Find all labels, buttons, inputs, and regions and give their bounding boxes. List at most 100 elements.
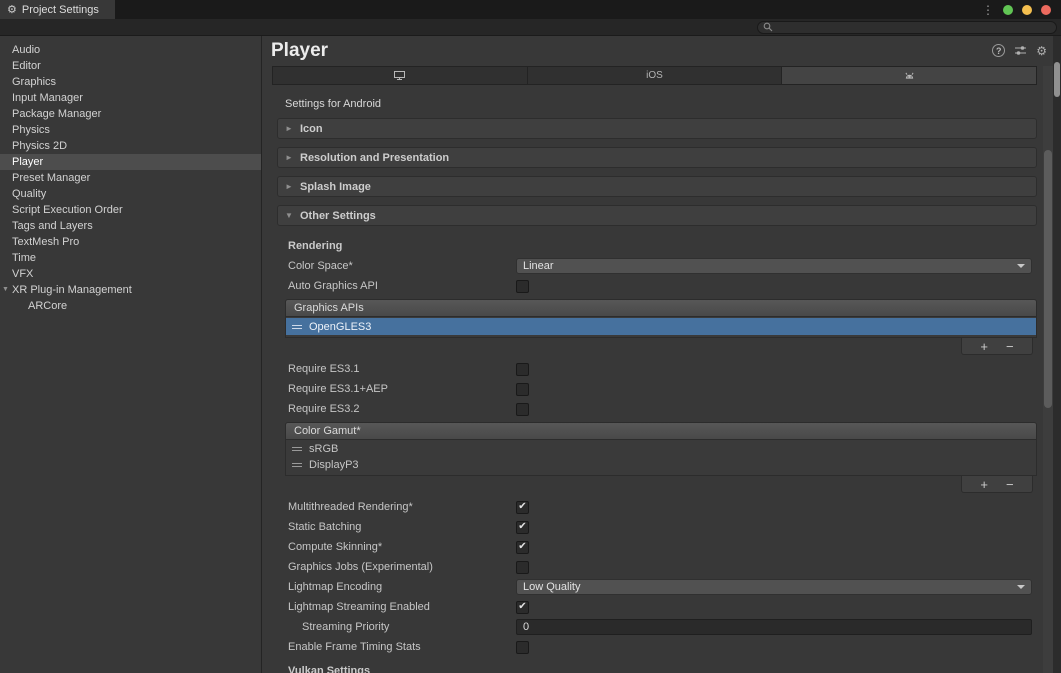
foldout-label: Other Settings	[300, 210, 376, 222]
sidebar-item-physics-2d[interactable]: Physics 2D	[0, 138, 261, 154]
page-title: Player	[271, 40, 328, 62]
foldout-icon[interactable]: ► Icon	[277, 118, 1037, 139]
require-es32-checkbox[interactable]: ✔	[516, 403, 529, 416]
static-batching-checkbox[interactable]: ✔	[516, 521, 529, 534]
sidebar-item-textmesh-pro[interactable]: TextMesh Pro	[0, 234, 261, 250]
setting-row: Require ES3.1 ✔	[262, 359, 1032, 379]
preset-icon[interactable]	[1014, 45, 1027, 56]
add-button[interactable]: +	[980, 478, 988, 491]
add-button[interactable]: +	[980, 340, 988, 353]
compute-skinning-checkbox[interactable]: ✔	[516, 541, 529, 554]
window-dot-yellow[interactable]	[1022, 5, 1032, 15]
color-gamut-list-body: sRGB DisplayP3	[285, 440, 1037, 476]
sidebar-item-vfx[interactable]: VFX	[0, 266, 261, 282]
foldout-label: Splash Image	[300, 181, 371, 193]
kebab-menu-icon[interactable]: ⋮	[982, 3, 994, 17]
color-space-dropdown[interactable]: Linear	[516, 258, 1032, 274]
sidebar-item-tags-and-layers[interactable]: Tags and Layers	[0, 218, 261, 234]
setting-row: Enable Frame Timing Stats ✔	[262, 637, 1032, 657]
require-es31-checkbox[interactable]: ✔	[516, 363, 529, 376]
sidebar-item-physics[interactable]: Physics	[0, 122, 261, 138]
sidebar-item-input-manager[interactable]: Input Manager	[0, 90, 261, 106]
remove-button[interactable]: −	[1006, 478, 1014, 491]
platform-tabbar: iOS	[272, 66, 1037, 85]
setting-row: Color Space* Linear	[262, 256, 1032, 276]
sidebar-item-audio[interactable]: Audio	[0, 42, 261, 58]
help-icon[interactable]: ?	[992, 44, 1005, 57]
sidebar-item-label: XR Plug-in Management	[12, 282, 132, 298]
window-scrollbar[interactable]	[1053, 36, 1061, 673]
sidebar-item-package-manager[interactable]: Package Manager	[0, 106, 261, 122]
frame-timing-checkbox[interactable]: ✔	[516, 641, 529, 654]
sidebar-item-time[interactable]: Time	[0, 250, 261, 266]
list-item-label: DisplayP3	[309, 459, 359, 471]
sidebar-item-preset-manager[interactable]: Preset Manager	[0, 170, 261, 186]
foldout-splash-image[interactable]: ► Splash Image	[277, 176, 1037, 197]
search-input[interactable]	[757, 21, 1057, 34]
sidebar-item-graphics[interactable]: Graphics	[0, 74, 261, 90]
sidebar-item-script-execution-order[interactable]: Script Execution Order	[0, 202, 261, 218]
multithreaded-rendering-checkbox[interactable]: ✔	[516, 501, 529, 514]
foldout-resolution-and-presentation[interactable]: ► Resolution and Presentation	[277, 147, 1037, 168]
list-item-opengles3[interactable]: OpenGLES3	[286, 318, 1036, 335]
graphics-apis-list-header: Graphics APIs	[285, 299, 1037, 317]
setting-row: Require ES3.1+AEP ✔	[262, 379, 1032, 399]
other-settings-content: Rendering Color Space* Linear Auto Graph…	[262, 234, 1061, 673]
setting-row: Static Batching ✔	[262, 517, 1032, 537]
lightmap-streaming-checkbox[interactable]: ✔	[516, 601, 529, 614]
android-icon	[903, 70, 916, 81]
drag-handle-icon[interactable]	[292, 463, 302, 467]
auto-graphics-api-checkbox[interactable]: ✔	[516, 280, 529, 293]
require-es31aep-label: Require ES3.1+AEP	[262, 383, 516, 395]
window-dot-red[interactable]	[1041, 5, 1051, 15]
setting-row: Require ES3.2 ✔	[262, 399, 1032, 419]
expander-arrow-icon[interactable]: ▼	[2, 282, 12, 298]
sidebar-item-quality[interactable]: Quality	[0, 186, 261, 202]
color-space-label: Color Space*	[262, 260, 516, 272]
remove-button[interactable]: −	[1006, 340, 1014, 353]
settings-gear-icon[interactable]: ⚙	[1036, 45, 1047, 57]
dropdown-value: Linear	[523, 260, 554, 272]
tab-title: Project Settings	[22, 4, 99, 16]
panel-scrollbar[interactable]	[1043, 66, 1053, 673]
frame-timing-label: Enable Frame Timing Stats	[262, 641, 516, 653]
tab-ios-label: iOS	[646, 70, 663, 81]
setting-row: Graphics Jobs (Experimental) ✔	[262, 557, 1032, 577]
dropdown-value: Low Quality	[523, 581, 580, 593]
foldout-arrow-icon: ▼	[284, 211, 294, 220]
color-gamut-list: Color Gamut* sRGB DisplayP3	[285, 422, 1037, 493]
window-dot-green[interactable]	[1003, 5, 1013, 15]
tab-ios[interactable]: iOS	[527, 66, 783, 85]
window-scrollbar-thumb[interactable]	[1054, 62, 1060, 97]
compute-skinning-label: Compute Skinning*	[262, 541, 516, 553]
drag-handle-icon[interactable]	[292, 325, 302, 329]
streaming-priority-input[interactable]: 0	[516, 619, 1032, 635]
search-toolbar	[0, 19, 1061, 36]
list-item-displayp3[interactable]: DisplayP3	[286, 457, 1036, 473]
list-item-srgb[interactable]: sRGB	[286, 441, 1036, 457]
tab-standalone[interactable]	[272, 66, 528, 85]
drag-handle-icon[interactable]	[292, 447, 302, 451]
streaming-priority-label: Streaming Priority	[262, 621, 516, 633]
require-es32-label: Require ES3.2	[262, 403, 516, 415]
lightmap-encoding-dropdown[interactable]: Low Quality	[516, 579, 1032, 595]
foldout-other-settings[interactable]: ▼ Other Settings	[277, 205, 1037, 226]
sidebar-item-xr-plugin-management[interactable]: ▼ XR Plug-in Management	[0, 282, 261, 298]
rendering-group-label: Rendering	[262, 240, 342, 252]
multithreaded-rendering-label: Multithreaded Rendering*	[262, 501, 516, 513]
sidebar-item-arcore[interactable]: ARCore	[0, 298, 261, 314]
graphics-apis-list-footer: + −	[285, 338, 1037, 355]
color-gamut-list-footer: + −	[285, 476, 1037, 493]
foldout-arrow-icon: ►	[284, 182, 294, 191]
panel-scrollbar-thumb[interactable]	[1044, 150, 1052, 408]
graphics-jobs-checkbox[interactable]: ✔	[516, 561, 529, 574]
sidebar-item-editor[interactable]: Editor	[0, 58, 261, 74]
foldout-label: Icon	[300, 123, 323, 135]
foldout-arrow-icon: ►	[284, 124, 294, 133]
list-title: Color Gamut*	[294, 425, 361, 437]
require-es31aep-checkbox[interactable]: ✔	[516, 383, 529, 396]
tab-android[interactable]	[781, 66, 1037, 85]
sidebar-item-player[interactable]: Player	[0, 154, 261, 170]
list-item-label: sRGB	[309, 443, 338, 455]
project-settings-tab[interactable]: ⚙ Project Settings	[0, 0, 115, 19]
